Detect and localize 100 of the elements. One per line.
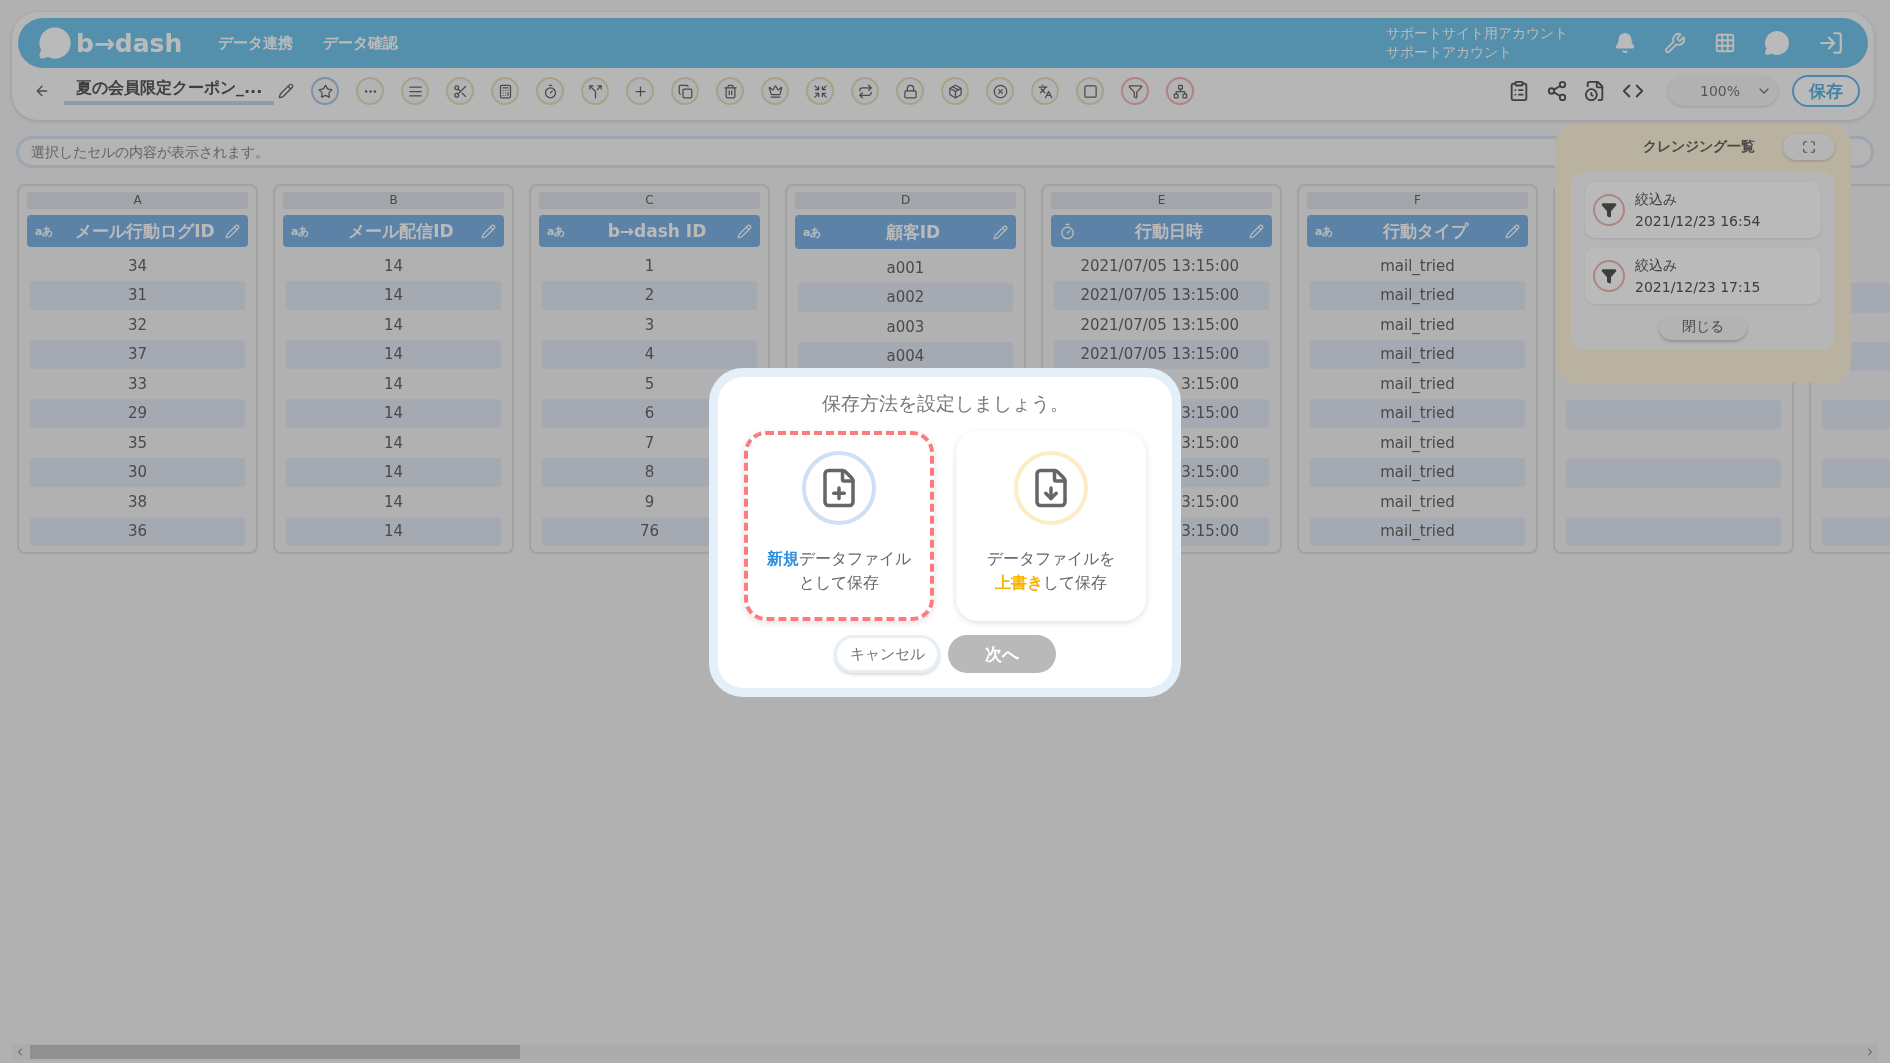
table-cell: mail_tried (1310, 398, 1525, 428)
filter-icon[interactable] (1121, 77, 1150, 105)
table-cell-text: 3:15:00 (1180, 432, 1240, 454)
save-button[interactable]: 保存 (1792, 75, 1860, 107)
grid-icon[interactable] (1714, 32, 1736, 54)
table-cell: mail_tried (1310, 457, 1525, 487)
column-header[interactable]: aあ b→dash ID (539, 215, 760, 247)
close-button[interactable]: 閉じる (1659, 314, 1747, 340)
lines-icon[interactable] (401, 77, 430, 105)
expand-button[interactable] (1783, 134, 1835, 160)
plus-icon[interactable] (626, 77, 655, 105)
item-time: 2021/12/23 16:54 (1635, 212, 1761, 231)
table-cell-text: 32 (126, 314, 149, 336)
horizontal-scrollbar[interactable] (12, 1044, 1878, 1060)
table-cell: 14 (286, 516, 501, 546)
column-letter: A (27, 192, 248, 209)
save-option[interactable]: 新規データファイル として保存 (744, 431, 934, 621)
column-letter: B (283, 192, 504, 209)
table-cell-text: 38 (126, 491, 149, 513)
table-cell-text: a001 (885, 257, 926, 279)
table-cell-text: 2021/07/05 13:15:00 (1079, 255, 1240, 277)
filter-icon (1593, 194, 1625, 226)
trash-icon[interactable] (716, 77, 745, 105)
table-cell: 36 (30, 516, 245, 546)
speech-bubble-icon (38, 26, 72, 60)
table-cell: 14 (286, 457, 501, 487)
split-icon[interactable] (581, 77, 610, 105)
copy-icon[interactable] (671, 77, 700, 105)
repeat-icon[interactable] (851, 77, 880, 105)
column-name: 行動タイプ (1381, 219, 1470, 243)
table-cell-text: 35 (126, 432, 149, 454)
option-text: として保存 (798, 572, 880, 594)
column-name: 顧客ID (884, 220, 942, 244)
table-cell-text: 7 (643, 432, 656, 454)
scissors-icon[interactable] (446, 77, 475, 105)
file-refresh-icon[interactable] (1584, 80, 1606, 102)
option-text: 新規データファイル (767, 548, 911, 570)
expand-icon (1802, 140, 1816, 154)
table-cell: 29 (30, 398, 245, 428)
column-header[interactable]: aあ メール配信ID (283, 215, 504, 247)
type-label: aあ (547, 223, 567, 239)
shrink-icon[interactable] (806, 77, 835, 105)
bell-icon[interactable] (1614, 32, 1636, 54)
type-label: aあ (35, 223, 55, 239)
column-name: 行動日時 (1134, 219, 1204, 243)
table-cell-text: 3 (643, 314, 656, 336)
table-cell-text: 34 (126, 255, 149, 277)
table-cell-text: 14 (382, 373, 405, 395)
cancel-button[interactable]: キャンセル (834, 635, 940, 673)
table-cell-text: 14 (382, 432, 405, 454)
table-cell: 4 (542, 339, 757, 369)
box-icon[interactable] (941, 77, 970, 105)
table-cell: mail_tried (1310, 280, 1525, 310)
table-cell-text: 3:15:00 (1180, 491, 1240, 513)
type-label: aあ (803, 224, 823, 240)
cleansing-item[interactable]: 絞込み 2021/12/23 16:54 (1585, 182, 1821, 238)
column-header[interactable]: aあ メール行動ログID (27, 215, 248, 247)
file-title[interactable]: 夏の会員限定クーポン_... (64, 77, 275, 105)
table-cell-text: a003 (885, 316, 926, 338)
table-cell-text: 14 (382, 491, 405, 513)
table-cell-text: mail_tried (1379, 491, 1456, 513)
logo-text: b→dash (76, 28, 183, 58)
table-cell-text: 9 (643, 491, 656, 513)
share-icon[interactable] (1546, 80, 1568, 102)
hierarchy-icon[interactable] (1166, 77, 1195, 105)
zoom-select[interactable]: 100% (1668, 76, 1778, 106)
item-label: 絞込み (1635, 256, 1678, 275)
column-name: メール行動ログID (74, 219, 216, 243)
wrench-icon[interactable] (1664, 32, 1686, 54)
column-letter: E (1051, 192, 1272, 209)
stopwatch-icon[interactable] (536, 77, 565, 105)
filter-icon (1593, 260, 1625, 292)
table-cell-text: mail_tried (1379, 432, 1456, 454)
nav-link[interactable]: データ確認 (323, 33, 399, 53)
option-text: 上書きして保存 (994, 572, 1108, 594)
column-name: メール配信ID (347, 219, 455, 243)
type-label: aあ (1315, 223, 1335, 239)
column-header[interactable]: 行動日時 (1051, 215, 1272, 247)
table-cell-text: mail_tried (1379, 314, 1456, 336)
table-cell: 31 (30, 280, 245, 310)
table-cell-text: 5 (643, 373, 656, 395)
column-header[interactable]: aあ 顧客ID (795, 215, 1016, 249)
dots-icon[interactable] (356, 77, 385, 105)
column-name: b→dash ID (606, 221, 708, 241)
circle-x-icon[interactable] (986, 77, 1015, 105)
calculator-icon[interactable] (491, 77, 520, 105)
stopwatch-icon (1059, 222, 1076, 240)
clipboard-icon[interactable] (1508, 80, 1530, 102)
item-label: 絞込み (1635, 190, 1678, 209)
logout-icon[interactable] (1818, 30, 1844, 56)
account-name: サポートサイト用アカウント (1386, 24, 1568, 43)
cleansing-item[interactable]: 絞込み 2021/12/23 17:15 (1585, 248, 1821, 304)
table-cell: 37 (30, 339, 245, 369)
column-header[interactable]: aあ 行動タイプ (1307, 215, 1528, 247)
crown-icon[interactable] (761, 77, 790, 105)
translate-icon[interactable] (1031, 77, 1060, 105)
pencil-icon[interactable] (278, 83, 295, 99)
table-cell: 14 (286, 398, 501, 428)
lock-icon[interactable] (896, 77, 925, 105)
nav-link[interactable]: データ連携 (218, 33, 294, 53)
